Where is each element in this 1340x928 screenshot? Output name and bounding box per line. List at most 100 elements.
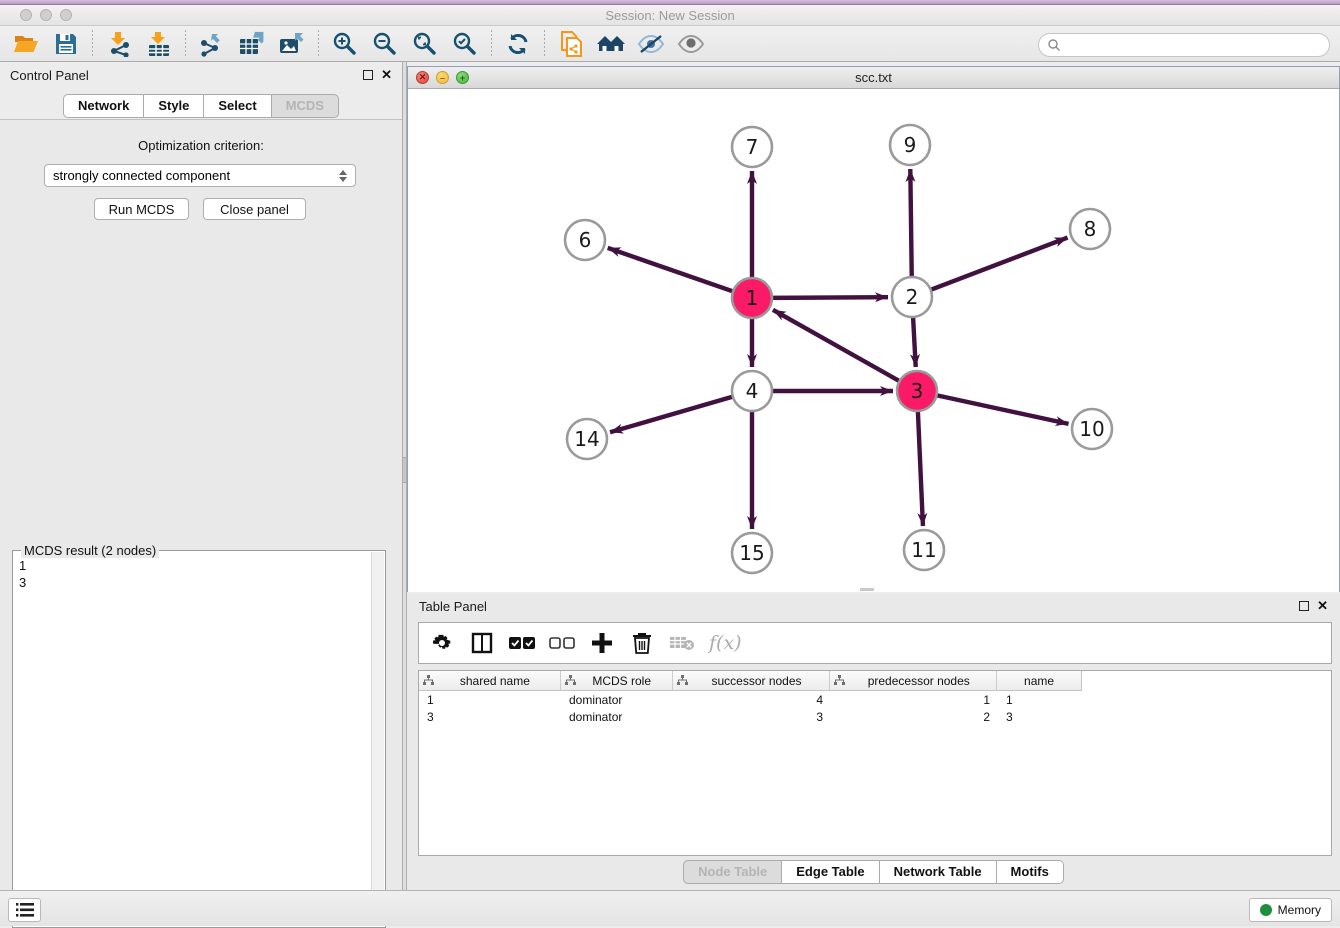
edge-2-8[interactable] — [931, 238, 1068, 290]
delete-table-icon[interactable] — [669, 630, 695, 656]
tab-network[interactable]: Network — [63, 94, 144, 118]
graph-node-4[interactable]: 4 — [732, 371, 772, 411]
graph-node-2[interactable]: 2 — [892, 277, 932, 317]
close-window-icon[interactable] — [20, 9, 32, 21]
graph-node-14[interactable]: 14 — [567, 419, 607, 459]
graph-node-11[interactable]: 11 — [904, 530, 944, 570]
memory-button[interactable]: Memory — [1249, 898, 1332, 922]
select-all-icon[interactable] — [509, 630, 535, 656]
export-network-icon[interactable] — [195, 28, 229, 60]
cell-name[interactable]: 3 — [998, 710, 1082, 724]
edge-3-10[interactable] — [937, 395, 1069, 424]
column-visibility-icon[interactable] — [469, 630, 495, 656]
graph-node-8[interactable]: 8 — [1070, 209, 1110, 249]
column-header-predecessor-nodes[interactable]: predecessor nodes — [830, 671, 997, 690]
graph-node-15[interactable]: 15 — [732, 533, 772, 573]
export-image-icon[interactable] — [275, 28, 309, 60]
zoom-selected-icon[interactable] — [448, 28, 482, 60]
column-header-name[interactable]: name — [997, 671, 1081, 690]
cell-successor-nodes[interactable]: 3 — [673, 710, 831, 724]
column-header-successor-nodes[interactable]: successor nodes — [673, 671, 831, 690]
node-table[interactable]: shared nameMCDS rolesuccessor nodesprede… — [418, 670, 1332, 856]
float-panel-icon[interactable] — [363, 70, 373, 80]
network-snapshot-icon[interactable] — [554, 28, 588, 60]
table-row[interactable]: 1dominator411 — [419, 691, 1331, 708]
close-panel-icon[interactable]: ✕ — [381, 70, 392, 80]
refresh-view-icon[interactable] — [501, 28, 535, 60]
search-input[interactable] — [1061, 38, 1329, 52]
zoom-window-icon[interactable] — [60, 9, 72, 21]
minimize-window-icon[interactable] — [40, 9, 52, 21]
import-table-icon[interactable] — [142, 28, 176, 60]
tab-network-table[interactable]: Network Table — [880, 860, 997, 884]
result-scrollbar[interactable] — [371, 552, 384, 926]
cell-name[interactable]: 1 — [998, 693, 1082, 707]
edge-2-9[interactable] — [910, 169, 911, 277]
cell-predecessor-nodes[interactable]: 2 — [831, 710, 998, 724]
tab-node-table[interactable]: Node Table — [683, 860, 782, 884]
task-history-button[interactable] — [8, 898, 41, 922]
graph-node-3[interactable]: 3 — [897, 371, 937, 411]
close-table-panel-icon[interactable]: ✕ — [1317, 601, 1328, 611]
delete-column-icon[interactable] — [629, 630, 655, 656]
edge-2-3[interactable] — [913, 317, 916, 367]
zoom-out-icon[interactable] — [368, 28, 402, 60]
edge-4-14[interactable] — [610, 397, 733, 433]
network-close-icon[interactable]: ✕ — [416, 71, 429, 84]
table-row[interactable]: 3dominator323 — [419, 708, 1331, 725]
optimization-criterion-select[interactable]: strongly connected component — [44, 164, 356, 187]
import-network-icon[interactable] — [102, 28, 136, 60]
splitter-handle[interactable] — [403, 457, 406, 483]
mcds-result-title: MCDS result (2 nodes) — [21, 543, 159, 558]
cell-predecessor-nodes[interactable]: 1 — [831, 693, 998, 707]
cell-MCDS-role[interactable]: dominator — [561, 693, 673, 707]
graph-node-1[interactable]: 1 — [732, 278, 772, 318]
graph-node-6[interactable]: 6 — [565, 220, 605, 260]
tab-mcds[interactable]: MCDS — [272, 94, 339, 118]
open-file-icon[interactable] — [9, 28, 43, 60]
cell-shared-name[interactable]: 1 — [419, 693, 561, 707]
function-builder-icon[interactable]: f(x) — [709, 632, 742, 654]
add-column-icon[interactable] — [589, 630, 615, 656]
close-panel-button[interactable]: Close panel — [203, 198, 306, 220]
mcds-result-list[interactable]: 13 — [19, 557, 369, 923]
tab-motifs[interactable]: Motifs — [997, 860, 1064, 884]
export-table-icon[interactable] — [235, 28, 269, 60]
window-title: Session: New Session — [605, 8, 734, 23]
zoom-in-icon[interactable] — [328, 28, 362, 60]
network-graph[interactable]: 7 9 6 8 1 2 4 3 14 10 15 11 — [408, 89, 1339, 592]
settings-gear-icon[interactable] — [429, 630, 455, 656]
tab-select[interactable]: Select — [204, 94, 271, 118]
graph-node-10[interactable]: 10 — [1072, 409, 1112, 449]
tab-edge-table[interactable]: Edge Table — [782, 860, 879, 884]
zoom-fit-icon[interactable] — [408, 28, 442, 60]
edge-3-1[interactable] — [773, 310, 900, 381]
deselect-all-icon[interactable] — [549, 630, 575, 656]
edge-1-2[interactable] — [772, 297, 888, 298]
network-resize-handle[interactable] — [860, 588, 874, 591]
edge-3-11[interactable] — [918, 411, 923, 526]
save-session-icon[interactable] — [49, 28, 83, 60]
svg-text:1: 1 — [746, 286, 759, 310]
edge-1-6[interactable] — [608, 248, 733, 292]
cell-shared-name[interactable]: 3 — [419, 710, 561, 724]
column-header-MCDS-role[interactable]: MCDS role — [561, 671, 673, 690]
run-mcds-button[interactable]: Run MCDS — [94, 198, 189, 220]
column-header-shared-name[interactable]: shared name — [419, 671, 561, 690]
memory-status-icon — [1260, 904, 1272, 916]
network-canvas[interactable]: 7 9 6 8 1 2 4 3 14 10 15 11 — [408, 89, 1339, 592]
cell-successor-nodes[interactable]: 4 — [673, 693, 831, 707]
network-minimize-icon[interactable]: – — [436, 71, 449, 84]
cell-MCDS-role[interactable]: dominator — [561, 710, 673, 724]
hide-selected-eye-icon[interactable] — [634, 28, 668, 60]
network-window-titlebar[interactable]: ✕ – + scc.txt — [408, 67, 1339, 89]
window-traffic-lights[interactable] — [20, 9, 72, 21]
network-maximize-icon[interactable]: + — [456, 71, 469, 84]
houses-icon[interactable] — [594, 28, 628, 60]
search-field[interactable] — [1038, 33, 1330, 57]
graph-node-7[interactable]: 7 — [732, 127, 772, 167]
show-eye-icon[interactable] — [674, 28, 708, 60]
graph-node-9[interactable]: 9 — [890, 125, 930, 165]
float-table-panel-icon[interactable] — [1299, 601, 1309, 611]
tab-style[interactable]: Style — [144, 94, 204, 118]
